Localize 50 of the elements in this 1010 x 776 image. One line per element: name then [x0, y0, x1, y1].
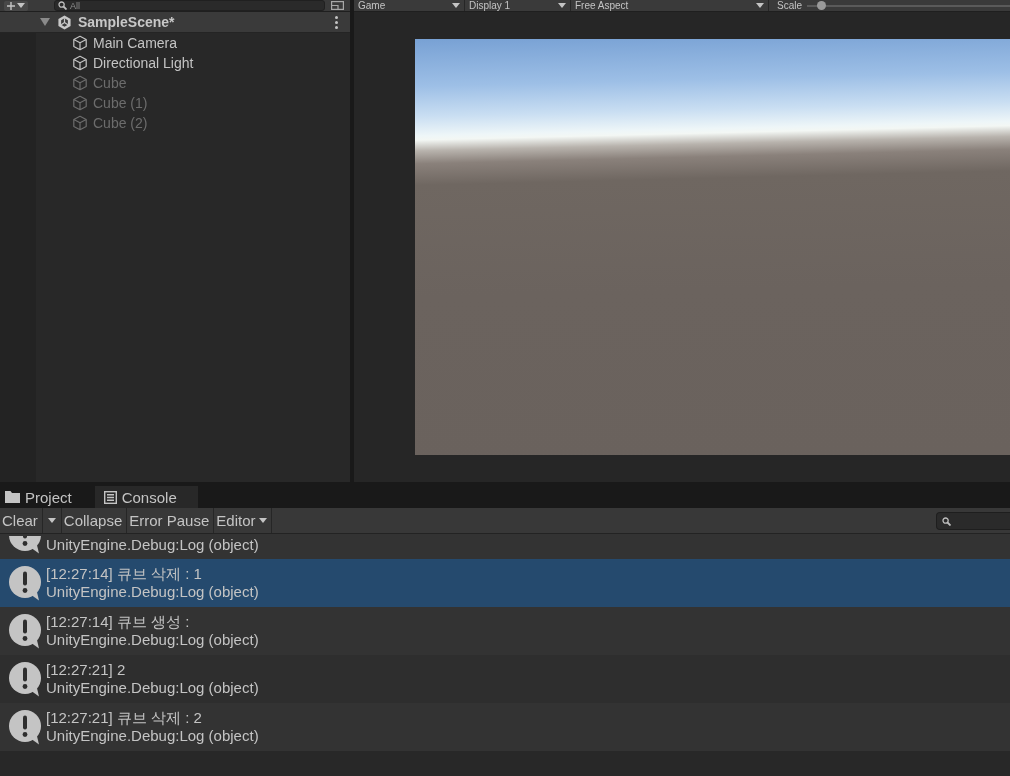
- panel-tab[interactable]: Project: [0, 486, 93, 508]
- display-dropdown[interactable]: Display 1: [465, 0, 571, 11]
- info-bubble-icon: [8, 536, 42, 554]
- caret-icon: [17, 3, 25, 8]
- toggle-button[interactable]: Collapse: [61, 508, 128, 533]
- scene-name: SampleScene*: [78, 14, 176, 30]
- log-entry[interactable]: [12:27:14] 큐브 삭제 : 1 UnityEngine.Debug:Log (object): [0, 559, 1010, 607]
- info-bubble-icon: [8, 661, 42, 697]
- log-entry[interactable]: [12:27:21] 큐브 삭제 : 2 UnityEngine.Debug:Log (object): [0, 703, 1010, 751]
- scene-header-bar[interactable]: SampleScene*: [0, 12, 350, 33]
- cube-icon: [72, 35, 88, 51]
- panel-tab[interactable]: Console: [94, 486, 198, 508]
- caret-icon: [558, 3, 566, 8]
- toggle-button[interactable]: Error Pause: [127, 508, 215, 533]
- log-entry[interactable]: [12:27:14] 큐브 생성 : UnityEngine.Debug:Log (object): [0, 607, 1010, 655]
- console-list-icon: [103, 490, 117, 504]
- cube-icon: [72, 115, 88, 131]
- editor-dropdown[interactable]: Editor: [214, 508, 273, 533]
- console-search-field[interactable]: [936, 511, 1010, 530]
- cube-icon: [72, 75, 88, 91]
- caret-icon: [47, 518, 56, 523]
- aspect-dropdown[interactable]: Free Aspect: [571, 0, 769, 11]
- panel-toggle-button[interactable]: [329, 0, 346, 11]
- info-bubble-icon: [8, 613, 42, 649]
- scale-slider[interactable]: [807, 1, 1010, 10]
- frame-icon: [331, 1, 344, 10]
- search-icon: [58, 1, 67, 10]
- add-button[interactable]: [4, 0, 28, 11]
- log-entry[interactable]: UnityEngine.Debug:Log (object): [0, 534, 1010, 559]
- plus-icon: [7, 1, 15, 10]
- hierarchy-item[interactable]: Directional Light: [72, 53, 198, 73]
- folder-icon: [5, 491, 20, 503]
- caret-icon: [756, 3, 764, 8]
- log-entry[interactable]: [12:27:21] 2 UnityEngine.Debug:Log (object): [0, 655, 1010, 703]
- scale-label: Scale: [776, 0, 803, 11]
- cube-icon: [72, 55, 88, 71]
- caret-icon: [452, 3, 460, 8]
- cube-icon: [72, 95, 88, 111]
- logo-cube-icon: [57, 14, 72, 30]
- caret-icon: [259, 518, 268, 523]
- clear-button[interactable]: Clear: [0, 508, 43, 533]
- slider-thumb[interactable]: [816, 1, 826, 10]
- search-field[interactable]: All: [54, 0, 325, 11]
- search-icon: [942, 516, 951, 526]
- kebab-menu-icon: [335, 15, 338, 29]
- view-dropdown[interactable]: Game: [354, 0, 465, 11]
- info-bubble-icon: [8, 565, 42, 601]
- hierarchy-item[interactable]: Main Camera: [72, 33, 182, 53]
- info-bubble-icon: [8, 709, 42, 745]
- scene-menu-button[interactable]: [333, 15, 340, 29]
